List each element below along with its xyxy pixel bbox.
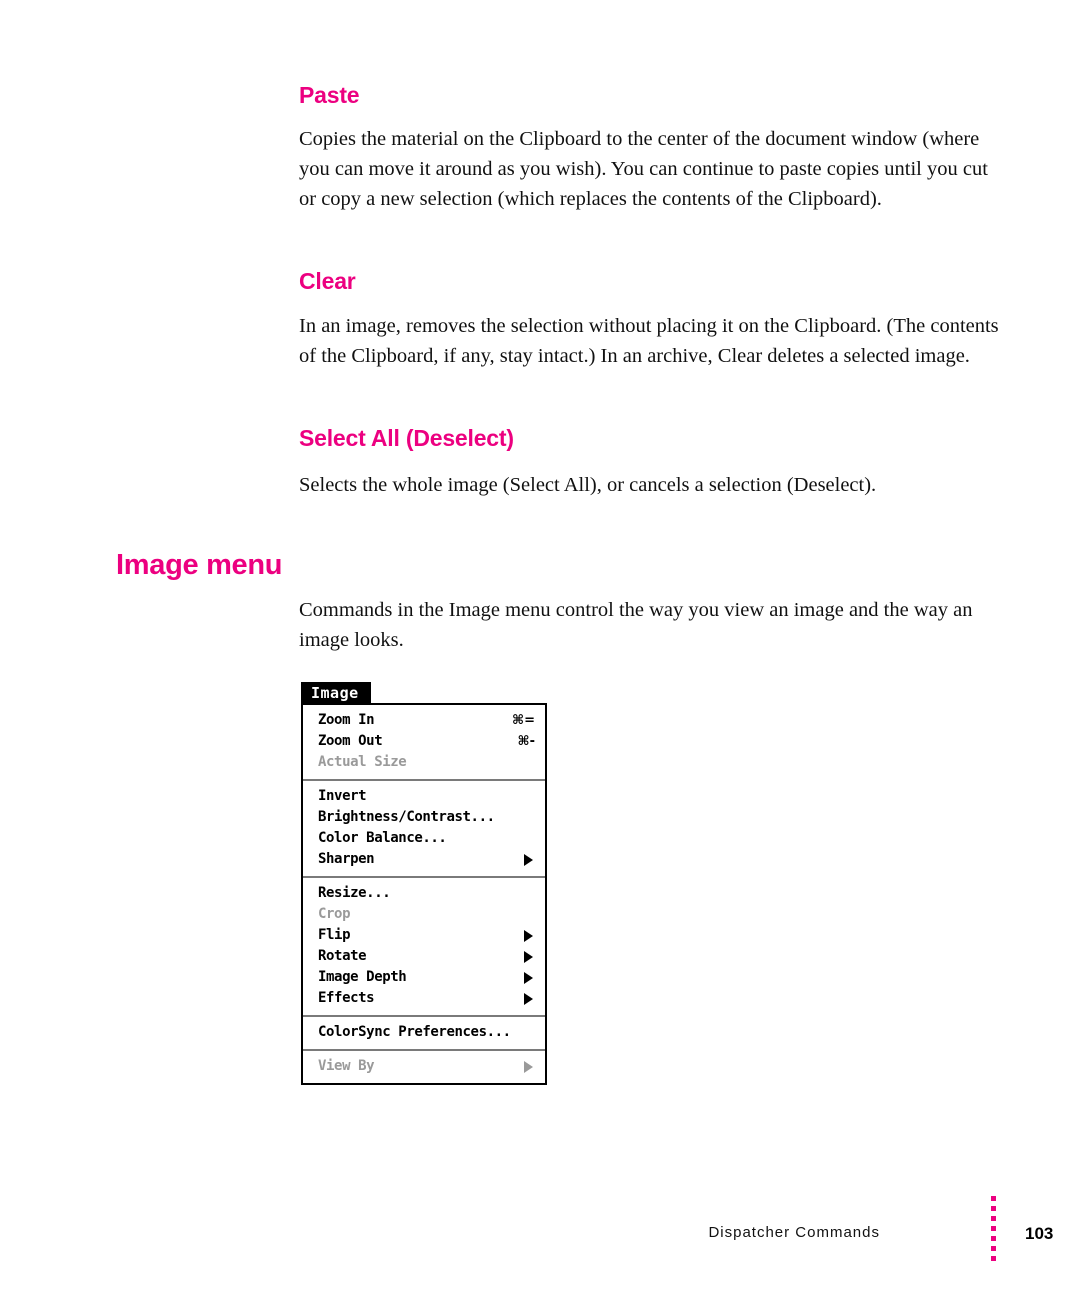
section-body-clear: In an image, removes the selection witho… xyxy=(299,315,999,367)
menu-item-label: Sharpen xyxy=(318,851,375,867)
menu-item-image-depth[interactable]: Image Depth xyxy=(303,967,545,988)
footer-dot xyxy=(991,1196,996,1201)
menu-panel: Zoom In ⌘= Zoom Out ⌘- Actual Size Invert Brig… xyxy=(301,703,547,1085)
menu-item-label: ColorSync Preferences... xyxy=(318,1024,511,1040)
menu-item-zoom-in[interactable]: Zoom In ⌘= xyxy=(303,710,545,731)
submenu-arrow-icon xyxy=(524,853,533,866)
menu-item-label: Invert xyxy=(318,788,367,804)
footer-dot xyxy=(991,1236,996,1241)
menu-item-label: Flip xyxy=(318,927,351,943)
page-number: 103 xyxy=(1025,1224,1054,1243)
footer-dot xyxy=(991,1206,996,1211)
footer-dot-divider xyxy=(991,1196,996,1261)
menu-group: View By xyxy=(303,1049,545,1083)
menu-item-label: Brightness/Contrast... xyxy=(318,809,495,825)
chapter-heading-image-menu: Image menu xyxy=(116,549,283,581)
page-footer: Dispatcher Commands 103 xyxy=(0,1196,1080,1261)
menu-group: Resize... Crop Flip Rotate Image Depth Effect… xyxy=(303,876,545,1015)
menu-item-label: Zoom In xyxy=(318,712,375,728)
menu-item-resize[interactable]: Resize... xyxy=(303,883,545,904)
menu-group: Zoom In ⌘= Zoom Out ⌘- Actual Size xyxy=(303,705,545,779)
footer-running-head: Dispatcher Commands xyxy=(708,1224,880,1241)
footer-dot xyxy=(991,1216,996,1221)
menu-item-label: Effects xyxy=(318,990,375,1006)
menu-title-image[interactable]: Image xyxy=(301,682,371,704)
menu-item-label: Color Balance... xyxy=(318,830,447,846)
menu-group: ColorSync Preferences... xyxy=(303,1015,545,1049)
document-page: Paste Copies the material on the Clipboa… xyxy=(0,0,1080,1296)
menu-item-flip[interactable]: Flip xyxy=(303,925,545,946)
menu-item-shortcut: ⌘- xyxy=(517,734,535,749)
section-body-paste: Copies the material on the Clipboard to … xyxy=(299,128,988,210)
menu-item-label: Actual Size xyxy=(318,754,407,770)
menu-item-color-balance[interactable]: Color Balance... xyxy=(303,828,545,849)
menu-item-view-by: View By xyxy=(303,1056,545,1077)
submenu-arrow-icon xyxy=(524,971,533,984)
menu-item-label: Zoom Out xyxy=(318,733,383,749)
submenu-arrow-icon xyxy=(524,950,533,963)
menu-item-effects[interactable]: Effects xyxy=(303,988,545,1009)
chapter-body-image-menu: Commands in the Image menu control the w… xyxy=(299,599,973,651)
menu-item-crop: Crop xyxy=(303,904,545,925)
menu-item-label: View By xyxy=(318,1058,375,1074)
submenu-arrow-icon xyxy=(524,1060,533,1073)
menu-item-label: Image Depth xyxy=(318,969,407,985)
section-heading-paste: Paste xyxy=(299,82,360,108)
menu-item-zoom-out[interactable]: Zoom Out ⌘- xyxy=(303,731,545,752)
section-heading-select-all: Select All (Deselect) xyxy=(299,425,514,451)
menu-item-shortcut: ⌘= xyxy=(512,713,535,728)
section-heading-clear: Clear xyxy=(299,268,356,294)
menu-item-rotate[interactable]: Rotate xyxy=(303,946,545,967)
menu-item-label: Crop xyxy=(318,906,351,922)
submenu-arrow-icon xyxy=(524,929,533,942)
menu-item-colorsync-preferences[interactable]: ColorSync Preferences... xyxy=(303,1022,545,1043)
menu-item-actual-size: Actual Size xyxy=(303,752,545,773)
menu-group: Invert Brightness/Contrast... Color Balanc… xyxy=(303,779,545,876)
footer-dot xyxy=(991,1246,996,1251)
footer-dot xyxy=(991,1226,996,1231)
section-body-select-all: Selects the whole image (Select All), or… xyxy=(299,474,877,496)
menu-item-invert[interactable]: Invert xyxy=(303,786,545,807)
menu-item-label: Rotate xyxy=(318,948,367,964)
menu-item-brightness-contrast[interactable]: Brightness/Contrast... xyxy=(303,807,545,828)
submenu-arrow-icon xyxy=(524,992,533,1005)
footer-dot xyxy=(991,1256,996,1261)
menu-item-sharpen[interactable]: Sharpen xyxy=(303,849,545,870)
menu-item-label: Resize... xyxy=(318,885,391,901)
image-menu-screenshot: Image Zoom In ⌘= Zoom Out ⌘- Actual Size Inve… xyxy=(301,682,547,1085)
